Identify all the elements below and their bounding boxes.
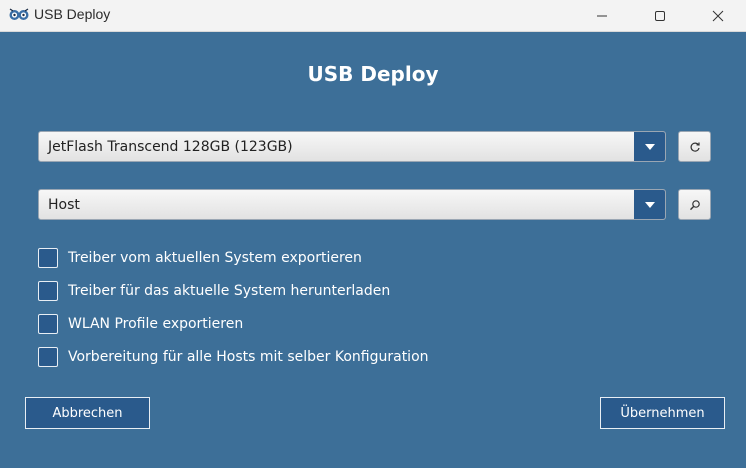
- option-export-wlan[interactable]: WLAN Profile exportieren: [38, 313, 243, 335]
- download-drivers-checkbox[interactable]: [38, 281, 58, 301]
- option-download-drivers[interactable]: Treiber für das aktuelle System herunter…: [38, 280, 390, 302]
- export-wlan-checkbox[interactable]: [38, 314, 58, 334]
- option-prepare-all-hosts[interactable]: Vorbereitung für alle Hosts mit selber K…: [38, 346, 429, 368]
- minimize-icon: [597, 15, 607, 16]
- export-drivers-label[interactable]: Treiber vom aktuellen System exportieren: [68, 250, 362, 266]
- chevron-down-icon[interactable]: [634, 132, 665, 161]
- page-title: USB Deploy: [307, 62, 439, 86]
- host-select[interactable]: Host: [38, 189, 666, 220]
- title-bar: USB Deploy: [0, 0, 746, 32]
- download-drivers-label[interactable]: Treiber für das aktuelle System herunter…: [68, 283, 390, 299]
- device-select[interactable]: JetFlash Transcend 128GB (123GB): [38, 131, 666, 162]
- search-host-button[interactable]: [678, 189, 711, 220]
- option-export-drivers[interactable]: Treiber vom aktuellen System exportieren: [38, 247, 362, 269]
- refresh-icon: [690, 142, 700, 152]
- window-title: USB Deploy: [34, 6, 111, 22]
- cancel-button[interactable]: Abbrechen: [25, 397, 150, 429]
- owl-app-icon: [9, 7, 29, 23]
- host-select-value: Host: [48, 197, 80, 213]
- close-button[interactable]: [689, 0, 746, 31]
- export-drivers-checkbox[interactable]: [38, 248, 58, 268]
- apply-button[interactable]: Übernehmen: [600, 397, 725, 429]
- usb-deploy-window: USB Deploy USB Deploy JetFlash Transcend…: [0, 0, 746, 468]
- prepare-all-hosts-label[interactable]: Vorbereitung für alle Hosts mit selber K…: [68, 349, 429, 365]
- maximize-icon: [655, 10, 665, 21]
- refresh-devices-button[interactable]: [678, 131, 711, 162]
- export-wlan-label[interactable]: WLAN Profile exportieren: [68, 316, 243, 332]
- close-icon: [712, 10, 724, 21]
- minimize-button[interactable]: [573, 0, 631, 31]
- search-icon: [689, 199, 700, 210]
- maximize-button[interactable]: [631, 0, 689, 31]
- chevron-down-icon[interactable]: [634, 190, 665, 219]
- device-select-value: JetFlash Transcend 128GB (123GB): [48, 139, 293, 155]
- prepare-all-hosts-checkbox[interactable]: [38, 347, 58, 367]
